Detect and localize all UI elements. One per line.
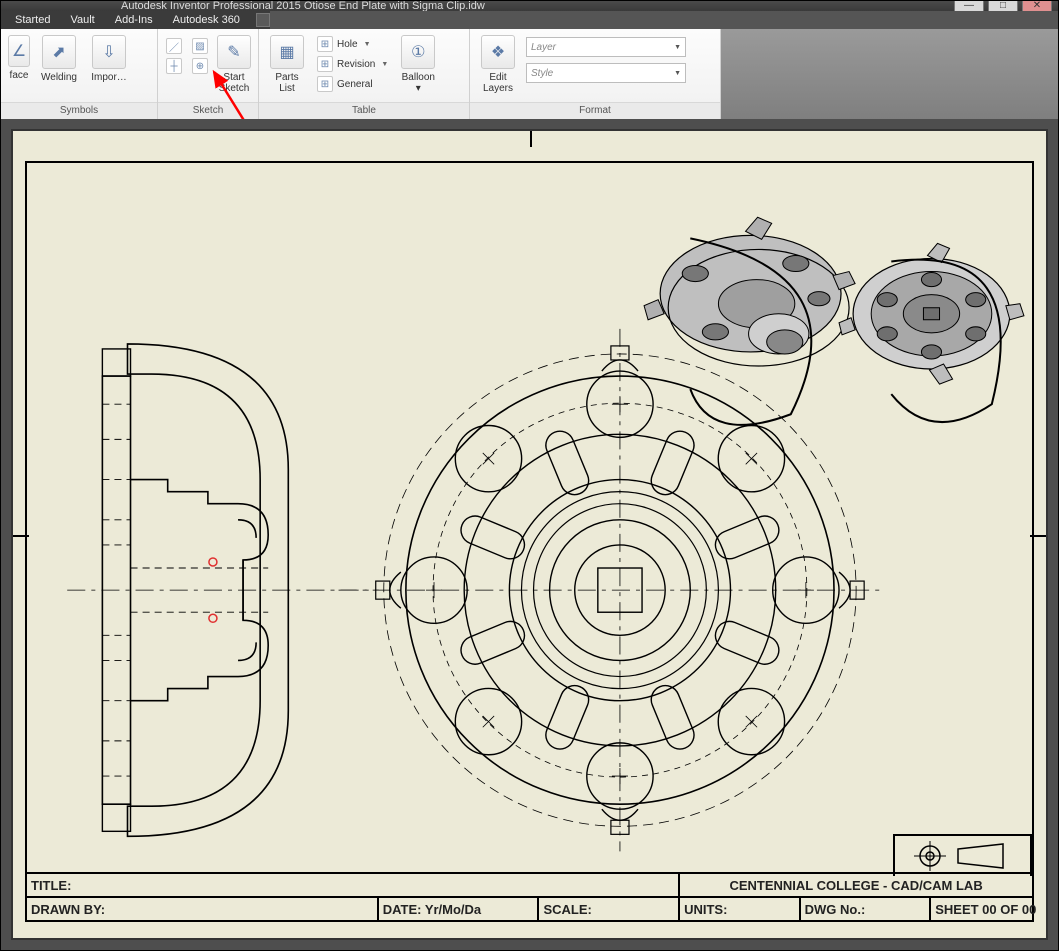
label: face <box>10 70 29 81</box>
dropdown-icon: ▼ <box>364 41 371 48</box>
parts-list-button[interactable]: ▦ Parts List <box>265 33 309 94</box>
window-minimize-button[interactable]: — <box>954 1 984 11</box>
drawing-border: TITLE: CENTENNIAL COLLEGE - CAD/CAM LAB … <box>25 161 1034 922</box>
label: Edit Layers <box>483 72 513 94</box>
start-sketch-button[interactable]: ✎ Start Sketch <box>216 33 252 94</box>
window-title: Autodesk Inventor Professional 2015 Otio… <box>121 1 485 11</box>
menu-vault[interactable]: Vault <box>60 11 104 29</box>
window-titlebar: Autodesk Inventor Professional 2015 Otio… <box>1 1 1058 11</box>
revision-table-button[interactable]: ⊞Revision▼ <box>315 55 390 73</box>
style-combo[interactable]: Style▼ <box>526 63 686 83</box>
window-maximize-button[interactable]: □ <box>988 1 1018 11</box>
panel-label-sketch: Sketch <box>158 102 258 119</box>
sketch-line-button[interactable]: ／ <box>164 37 184 55</box>
ribbon: ∠ face ⬈ Welding ⇩ Impor… Symbols ／ ┼ ▨ … <box>1 29 721 120</box>
import-button[interactable]: ⇩ Impor… <box>87 33 131 83</box>
panel-label-symbols: Symbols <box>1 102 157 119</box>
label: Welding <box>41 72 77 83</box>
dropdown-icon: ▼ <box>674 44 681 51</box>
sketch-precise-button[interactable]: ⊕ <box>190 57 210 75</box>
menubar: Started Vault Add-Ins Autodesk 360 <box>1 11 270 29</box>
layer-combo[interactable]: Layer▼ <box>526 37 686 57</box>
dropdown-icon: ▾ <box>416 83 421 94</box>
dropdown-icon: ▼ <box>381 61 388 68</box>
hole-table-button[interactable]: ⊞Hole▼ <box>315 35 390 53</box>
sketch-hatch-button[interactable]: ▨ <box>190 37 210 55</box>
sketch-point-button[interactable]: ┼ <box>164 57 184 75</box>
label: Start Sketch <box>219 72 250 94</box>
label: Parts List <box>275 72 298 94</box>
surface-texture-button[interactable]: ∠ face <box>7 33 31 81</box>
general-table-button[interactable]: ⊞General <box>315 75 390 93</box>
balloon-button[interactable]: ① Balloon▾ <box>396 33 440 94</box>
menu-started[interactable]: Started <box>5 11 60 29</box>
window-close-button[interactable]: ✕ <box>1022 1 1052 11</box>
panel-label-table: Table <box>259 102 469 119</box>
label: Impor… <box>91 72 127 83</box>
welding-button[interactable]: ⬈ Welding <box>37 33 81 83</box>
quickaccess-toggle[interactable] <box>256 13 270 27</box>
menu-addins[interactable]: Add-Ins <box>105 11 163 29</box>
edit-layers-button[interactable]: ❖ Edit Layers <box>476 33 520 94</box>
menu-autodesk360[interactable]: Autodesk 360 <box>163 11 250 29</box>
dropdown-icon: ▼ <box>674 70 681 77</box>
panel-label-format: Format <box>470 102 720 119</box>
ribbon-empty-area <box>721 29 1058 119</box>
drawing-canvas[interactable]: TITLE: CENTENNIAL COLLEGE - CAD/CAM LAB … <box>1 119 1058 950</box>
drawing-sheet: TITLE: CENTENNIAL COLLEGE - CAD/CAM LAB … <box>11 129 1048 940</box>
drawing-views <box>27 163 1032 927</box>
